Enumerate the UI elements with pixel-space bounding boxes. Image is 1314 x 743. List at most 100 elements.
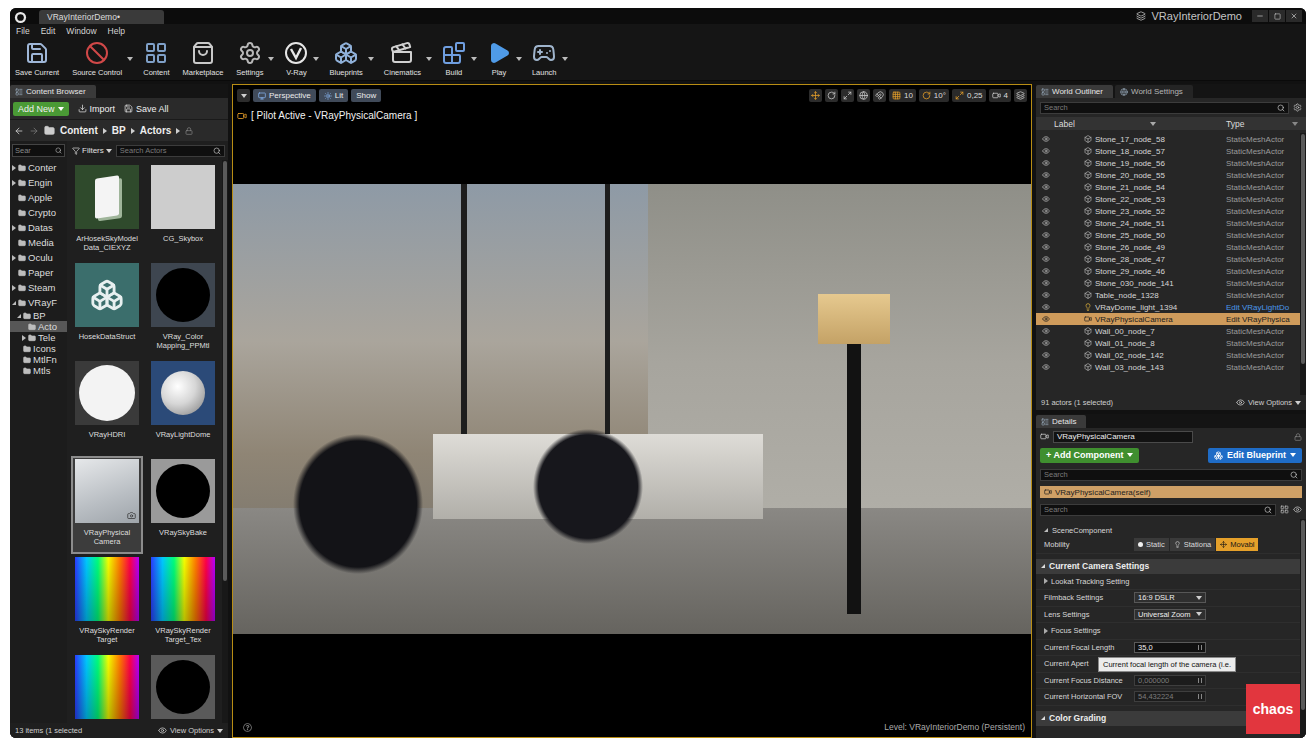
visibility-toggle[interactable] [1036,171,1056,179]
maximize-button[interactable] [1014,89,1027,102]
dropdown-caret-icon[interactable] [268,57,274,61]
tree-arrow[interactable] [11,301,16,305]
scale-button[interactable] [841,89,854,102]
outliner-row[interactable]: VRayDome_light_1394Edit VRayLightDo [1036,301,1300,313]
translate-button[interactable] [809,89,822,102]
property-label[interactable]: Lookat Tracking Setting [1044,577,1134,586]
scrollbar[interactable] [1300,133,1306,395]
visibility-toggle[interactable] [1036,255,1056,263]
visibility-toggle[interactable] [1036,363,1056,371]
outliner-row[interactable]: Stone_29_node_46StaticMeshActor [1036,265,1300,277]
back-icon[interactable] [14,126,24,136]
tree-item[interactable]: Engin [10,175,67,190]
visibility-toggle[interactable] [1036,207,1056,215]
dropdown-caret-icon[interactable] [426,57,432,61]
outliner-row[interactable]: Wall_00_node_7StaticMeshActor [1036,325,1300,337]
outliner-row[interactable]: Stone_23_node_52StaticMeshActor [1036,205,1300,217]
outliner-row[interactable]: Stone_26_node_49StaticMeshActor [1036,241,1300,253]
document-tab[interactable]: VRayInteriorDemo• [39,10,164,24]
tree-item[interactable]: Datas [10,220,67,235]
tree-item[interactable]: Acto [10,321,67,332]
actor-name-field[interactable]: VRayPhysicalCamera [1053,431,1193,443]
visibility-toggle[interactable] [1036,339,1056,347]
visibility-toggle[interactable] [1036,291,1056,299]
visibility-toggle[interactable] [1036,315,1056,323]
dropdown-caret-icon[interactable] [471,57,477,61]
tree-arrow[interactable] [21,335,26,341]
lock-icon[interactable] [1294,433,1302,441]
scrollbar[interactable] [1300,519,1306,738]
outliner-row[interactable]: Stone_030_node_141StaticMeshActor [1036,277,1300,289]
tree-item[interactable]: Crypto [10,205,67,220]
edit-blueprint-link[interactable]: Edit VRayPhysica [1226,315,1300,324]
scrollbar[interactable] [222,160,228,723]
outliner-row[interactable]: VRayPhysicalCameraEdit VRayPhysica [1036,313,1300,325]
tree-item[interactable]: Oculu [10,250,67,265]
show-button[interactable]: Show [351,89,381,102]
dropdown-caret-icon[interactable] [127,57,133,61]
viewport-render[interactable] [233,184,1031,634]
details-tab[interactable]: Details [1036,415,1086,428]
tree-search[interactable]: Sear [12,144,65,157]
scale-snap[interactable]: 0,25 [952,89,986,102]
dropdown-caret-icon[interactable] [313,57,319,61]
viewport[interactable]: PerspectiveLitShow1010°0,254[ Pilot Acti… [232,84,1032,738]
edit-blueprint-link[interactable]: Edit VRayLightDo [1226,303,1300,312]
forward-icon[interactable] [29,126,39,136]
toolbar-button[interactable]: V-Ray [281,39,311,79]
outliner-row[interactable]: Stone_24_node_51StaticMeshActor [1036,217,1300,229]
lit-button[interactable]: Lit [319,89,348,102]
visibility-toggle[interactable] [1036,183,1056,191]
asset-tile[interactable]: HosekDataStruct [71,260,143,358]
menu-item[interactable]: Help [108,26,125,36]
tree-item[interactable]: Paper [10,265,67,280]
add-component-button[interactable]: + Add Component [1040,448,1139,463]
rotate-snap[interactable]: 10° [919,89,949,102]
toolbar-button[interactable]: Source Control [69,39,125,79]
path-crumb[interactable]: Actors [140,125,172,136]
type-column[interactable]: Type [1226,119,1306,129]
grid-snap[interactable]: 10 [889,89,916,102]
mobility-option[interactable]: Movabl [1216,538,1258,551]
outliner-row[interactable]: Stone_18_node_57StaticMeshActor [1036,145,1300,157]
tree-arrow[interactable] [11,285,16,291]
toolbar-button[interactable]: Marketplace [180,39,227,79]
outliner-row[interactable]: Table_node_1328StaticMeshActor [1036,289,1300,301]
toolbar-button[interactable]: Cinematics [381,39,424,79]
outliner-row[interactable]: Stone_25_node_50StaticMeshActor [1036,229,1300,241]
camera-snap[interactable]: 4 [989,89,1011,102]
visibility-toggle[interactable] [1036,303,1056,311]
asset-tile[interactable]: VRayHDRI [71,358,143,456]
rotate-button[interactable] [825,89,838,102]
visibility-toggle[interactable] [1036,195,1056,203]
property-search[interactable]: Search [1040,504,1276,516]
outliner-row[interactable]: Stone_17_node_58StaticMeshActor [1036,133,1300,145]
panel-tab[interactable]: World Outliner [1036,85,1113,98]
visibility-toggle[interactable] [1036,267,1056,275]
visibility-toggle[interactable] [1036,219,1056,227]
tree-item[interactable]: Steam [10,280,67,295]
minimize-button[interactable] [1252,10,1268,22]
view-options-button[interactable]: View Options [1236,398,1301,407]
dropdown-caret-icon[interactable] [368,57,374,61]
close-button[interactable] [1286,10,1302,22]
outliner-row[interactable]: Stone_22_node_53StaticMeshActor [1036,193,1300,205]
property-select[interactable]: Universal Zoom [1134,609,1206,620]
visibility-toggle[interactable] [1036,135,1056,143]
visibility-toggle[interactable] [1036,327,1056,335]
scrollbar-thumb[interactable] [223,161,227,581]
tree-arrow[interactable] [11,180,16,186]
visibility-toggle[interactable] [1036,243,1056,251]
asset-tile[interactable]: VRay_ColorMapping_PPMtl [147,260,219,358]
panel-tab[interactable]: World Settings [1115,85,1193,98]
toolbar-button[interactable]: Play [484,39,514,79]
component-item[interactable]: VRayPhysicalCamera(self) [1040,486,1302,498]
grid-view-icon[interactable] [1280,505,1289,514]
outliner-row[interactable]: Wall_03_node_143StaticMeshActor [1036,361,1300,373]
tree-item[interactable]: Conter [10,160,67,175]
add-new-button[interactable]: Add New [13,102,69,116]
viewport-menu-button[interactable] [237,89,250,102]
tree-item[interactable]: Apple [10,190,67,205]
tree-item[interactable]: MtlFn [10,354,67,365]
visibility-toggle[interactable] [1036,147,1056,155]
